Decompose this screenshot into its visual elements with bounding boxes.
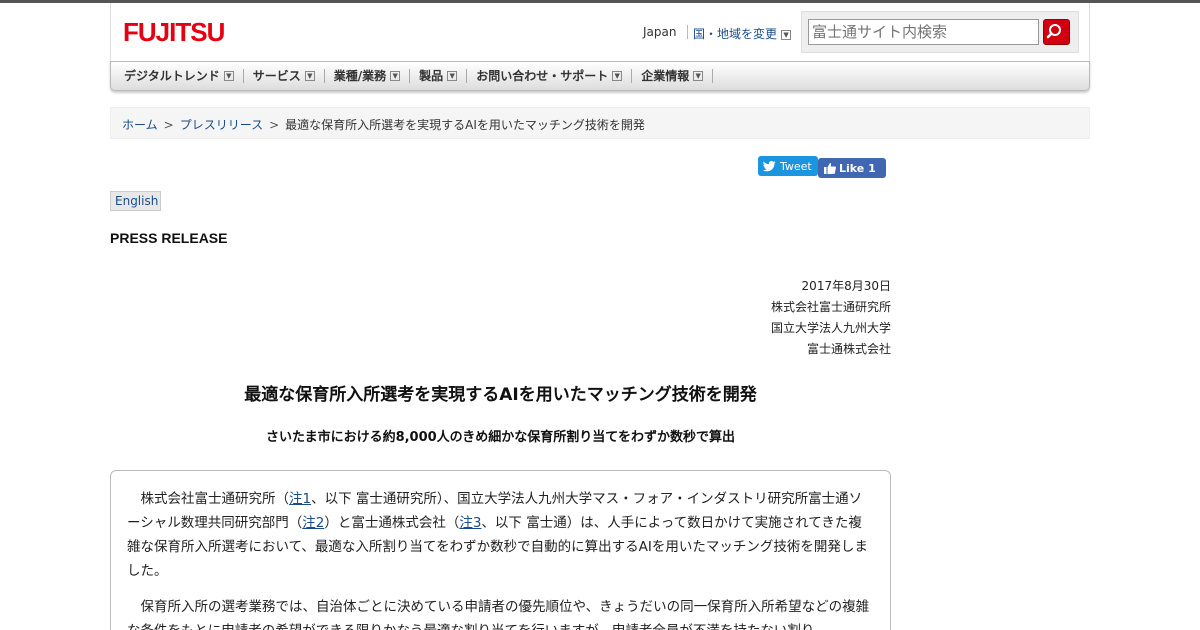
breadcrumb-home-link[interactable]: ホーム [122, 118, 158, 132]
like-label: Like 1 [839, 161, 876, 175]
nav-item-products[interactable]: 製品 ▼ [410, 69, 468, 83]
nav-label: デジタルトレンド [124, 69, 220, 83]
article-paragraph: 株式会社富士通研究所（注1、以下 富士通研究所）、国立大学法人九州大学マス・フォ… [127, 487, 874, 583]
chevron-down-icon: ▼ [223, 71, 234, 81]
article-summary-box: 株式会社富士通研究所（注1、以下 富士通研究所）、国立大学法人九州大学マス・フォ… [110, 470, 891, 630]
global-nav: デジタルトレンド ▼ サービス ▼ 業種/業務 ▼ 製品 ▼ お問い合わせ・サポート ▼ … [110, 61, 1090, 91]
note-1-link[interactable]: 注1 [289, 491, 311, 507]
search-button[interactable] [1043, 19, 1070, 45]
nav-label: 企業情報 [641, 69, 690, 83]
org-name: 国立大学法人九州大学 [770, 321, 891, 335]
chevron-down-icon: ▼ [447, 71, 458, 81]
breadcrumb-current: 最適な保育所入所選考を実現するAIを用いたマッチング技術を開発 [285, 118, 645, 132]
thumbs-up-icon [824, 163, 836, 174]
article-title: 最適な保育所入所選考を実現するAIを用いたマッチング技術を開発 [244, 385, 757, 405]
paragraph-text: 株式会社富士通研究所（ [140, 491, 290, 507]
twitter-bird-icon [763, 160, 776, 171]
release-meta: 2017年8月30日 株式会社富士通研究所 国立大学法人九州大学 富士通株式会社 [560, 276, 891, 360]
paragraph-text: ）と富士通株式会社（ [324, 515, 460, 531]
tweet-button[interactable]: Tweet [758, 156, 818, 176]
breadcrumb-separator: > [163, 118, 174, 132]
article-paragraph: 保育所入所の選考業務では、自治体ごとに決めている申請者の優先順位や、きょうだいの… [127, 599, 870, 630]
breadcrumb-press-link[interactable]: プレスリリース [180, 118, 263, 132]
region-change-label: 国・地域を変更 [693, 27, 778, 41]
search-icon [1046, 24, 1061, 39]
site-header: FUJITSU Japan 国・地域を変更 ▼ [110, 3, 1090, 61]
chevron-down-icon: ▼ [781, 29, 792, 40]
nav-label: お問い合わせ・サポート [476, 69, 609, 83]
facebook-like-button[interactable]: Like 1 [818, 158, 886, 178]
chevron-down-icon: ▼ [612, 71, 623, 81]
region-change-link[interactable]: 国・地域を変更 ▼ [693, 25, 792, 42]
chevron-down-icon: ▼ [693, 71, 704, 81]
nav-label: サービス [252, 69, 301, 83]
nav-label: 製品 [419, 69, 444, 83]
region-label: Japan [643, 25, 677, 39]
nav-item-industries[interactable]: 業種/業務 ▼ [325, 69, 411, 83]
nav-item-support[interactable]: お問い合わせ・サポート ▼ [467, 69, 633, 83]
search-input[interactable] [808, 19, 1039, 45]
tweet-label: Tweet [780, 159, 812, 173]
org-name: 株式会社富士通研究所 [770, 300, 891, 314]
press-release-label: PRESS RELEASE [110, 230, 228, 246]
breadcrumb: ホーム > プレスリリース > 最適な保育所入所選考を実現するAIを用いたマッチング技術… [110, 107, 1090, 139]
chevron-down-icon: ▼ [304, 71, 315, 81]
search-area [801, 11, 1079, 53]
nav-label: 業種/業務 [333, 69, 387, 83]
nav-item-services[interactable]: サービス ▼ [244, 69, 325, 83]
nav-item-corporate[interactable]: 企業情報 ▼ [632, 69, 714, 83]
release-date: 2017年8月30日 [801, 279, 891, 293]
article-subtitle: さいたま市における約8,000人のきめ細かな保育所割り当てをわずか数秒で算出 [265, 430, 736, 445]
nav-item-digital-trend[interactable]: デジタルトレンド ▼ [115, 69, 244, 83]
region-divider [687, 25, 688, 39]
breadcrumb-separator: > [269, 118, 280, 132]
english-language-link[interactable]: English [110, 191, 161, 211]
fujitsu-logo[interactable]: FUJITSU [123, 17, 225, 48]
note-2-link[interactable]: 注2 [302, 515, 324, 531]
org-name: 富士通株式会社 [806, 342, 891, 356]
note-3-link[interactable]: 注3 [459, 515, 481, 531]
chevron-down-icon: ▼ [390, 71, 401, 81]
